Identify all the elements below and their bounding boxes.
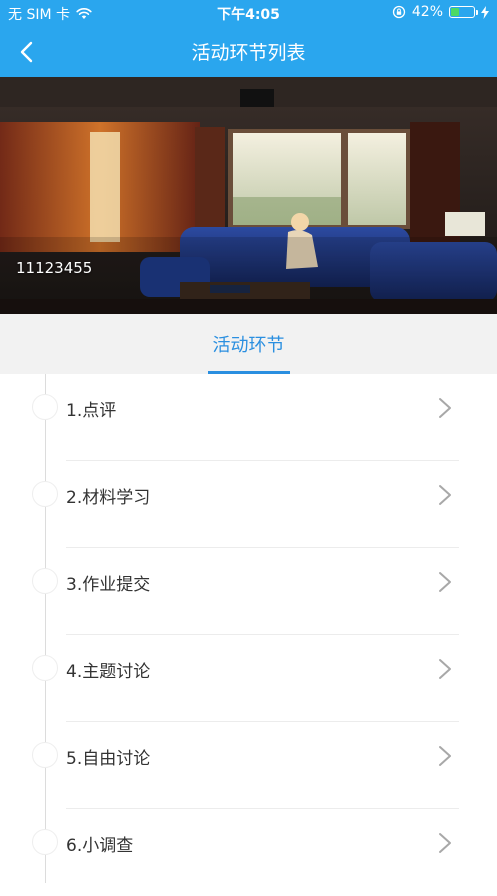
chevron-right-icon xyxy=(439,746,451,766)
activity-list: 1.点评 2.材料学习 3.作业提交 4.主题讨论 5.自由讨论 6.小调查 xyxy=(0,374,497,883)
banner: 11123455 xyxy=(0,77,497,314)
chevron-right-icon xyxy=(439,659,451,679)
nav-bar: 活动环节列表 xyxy=(0,26,497,77)
list-item-label: 6.小调查 xyxy=(66,836,134,856)
timeline-dot xyxy=(32,829,58,855)
list-item-label: 4.主题讨论 xyxy=(66,662,151,682)
list-item-label: 3.作业提交 xyxy=(66,575,151,595)
charging-icon xyxy=(481,5,489,19)
timeline-dot xyxy=(32,655,58,681)
list-item-label: 5.自由讨论 xyxy=(66,749,151,769)
banner-image xyxy=(0,77,497,314)
list-item-label: 2.材料学习 xyxy=(66,488,151,508)
chevron-right-icon xyxy=(439,833,451,853)
list-item[interactable]: 2.材料学习 xyxy=(0,461,497,548)
battery-fill xyxy=(451,8,459,16)
banner-caption: 11123455 xyxy=(16,259,93,277)
list-item-label: 1.点评 xyxy=(66,401,117,421)
list-item[interactable]: 3.作业提交 xyxy=(0,548,497,635)
timeline-dot xyxy=(32,568,58,594)
list-item[interactable]: 5.自由讨论 xyxy=(0,722,497,809)
chevron-right-icon xyxy=(439,485,451,505)
battery-icon xyxy=(449,6,478,18)
status-bar: 无 SIM 卡 下午4:05 42% xyxy=(0,0,497,26)
header: 无 SIM 卡 下午4:05 42% 活动环节列表 xyxy=(0,0,497,77)
list-item[interactable]: 4.主题讨论 xyxy=(0,635,497,722)
lock-rotation-icon xyxy=(392,5,406,19)
timeline-dot xyxy=(32,394,58,420)
tab-activity-sections[interactable]: 活动环节 xyxy=(0,314,497,374)
chevron-right-icon xyxy=(439,572,451,592)
status-right: 42% xyxy=(392,4,489,20)
tab-bar: 活动环节 xyxy=(0,314,497,374)
page-title: 活动环节列表 xyxy=(191,42,306,64)
list-item[interactable]: 1.点评 xyxy=(0,374,497,461)
timeline-dot xyxy=(32,742,58,768)
timeline-dot xyxy=(32,481,58,507)
battery-percent: 42% xyxy=(411,4,443,20)
chevron-right-icon xyxy=(439,398,451,418)
